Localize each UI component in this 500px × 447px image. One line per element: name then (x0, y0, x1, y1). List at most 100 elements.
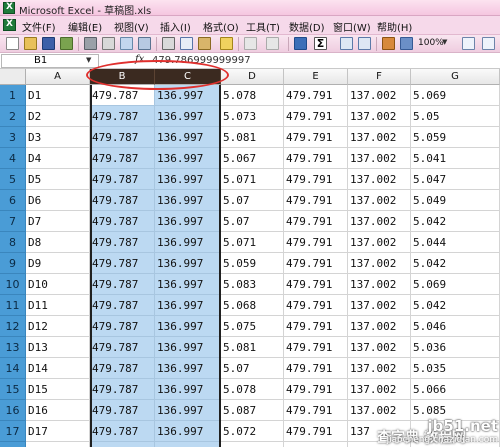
row-header[interactable]: 16 (0, 400, 26, 421)
row-header[interactable]: 2 (0, 106, 26, 127)
cell-e[interactable]: 479.791 (284, 190, 348, 211)
row-header[interactable]: 7 (0, 211, 26, 232)
cell-c[interactable]: 136.997 (155, 148, 221, 169)
column-header-c[interactable]: C (155, 69, 221, 85)
cell-b[interactable]: 479.787 (90, 148, 155, 169)
cell-e[interactable]: 479.791 (284, 127, 348, 148)
cell-d[interactable]: 5.073 (221, 106, 284, 127)
cell-f[interactable]: 137.002 (348, 379, 411, 400)
cell-d[interactable]: 5.07 (221, 211, 284, 232)
cell-a[interactable]: D3 (26, 127, 90, 148)
cell-f[interactable]: 137.002 (348, 169, 411, 190)
cell-f[interactable]: 137 (348, 421, 411, 442)
cell-a[interactable]: D9 (26, 253, 90, 274)
menu-window[interactable]: 窗口(W) (333, 19, 371, 34)
cell-g[interactable] (411, 421, 500, 442)
cell-c[interactable]: 136.997 (155, 421, 221, 442)
cell-b[interactable]: 479.787 (90, 379, 155, 400)
cell-e[interactable]: 479.791 (284, 148, 348, 169)
cell-a[interactable]: D7 (26, 211, 90, 232)
cell-a[interactable]: D8 (26, 232, 90, 253)
cell-a[interactable]: D4 (26, 148, 90, 169)
cell-c[interactable]: 136.997 (155, 295, 221, 316)
cell-g[interactable]: 5.042 (411, 295, 500, 316)
hyperlink-icon[interactable] (294, 37, 307, 50)
cell-e[interactable]: 479.791 (284, 274, 348, 295)
formula-input[interactable]: 479.786999999997 (152, 55, 251, 66)
cell-d[interactable]: 5.081 (221, 337, 284, 358)
cell-f[interactable]: 137.002 (348, 295, 411, 316)
cell-f[interactable]: 137.002 (348, 316, 411, 337)
cell-f[interactable]: 137.002 (348, 211, 411, 232)
cell-b[interactable]: 479.787 (90, 106, 155, 127)
cell-c[interactable]: 136.997 (155, 379, 221, 400)
cell-g[interactable]: 5.05 (411, 106, 500, 127)
cell-a[interactable]: D16 (26, 400, 90, 421)
cell-f[interactable]: 137.002 (348, 253, 411, 274)
menu-data[interactable]: 数据(D) (289, 19, 325, 34)
cell-c[interactable]: 136.997 (155, 337, 221, 358)
cell-e[interactable]: 479.791 (284, 379, 348, 400)
cell-a[interactable]: D12 (26, 316, 90, 337)
cell-f[interactable]: 137.002 (348, 400, 411, 421)
name-box[interactable]: B1 (1, 54, 99, 68)
cell-g[interactable]: 5.036 (411, 337, 500, 358)
cell-f[interactable]: 137.002 (348, 358, 411, 379)
cell-b[interactable]: 479.787 (90, 232, 155, 253)
cell-d[interactable]: 5.072 (221, 421, 284, 442)
cell-g[interactable]: 5.035 (411, 358, 500, 379)
cell-e[interactable]: 479.791 (284, 358, 348, 379)
cell-g[interactable]: 5.085 (411, 400, 500, 421)
cell-d[interactable]: 5.067 (221, 148, 284, 169)
cell-a[interactable]: D14 (26, 358, 90, 379)
research-icon[interactable] (138, 37, 151, 50)
cell-a[interactable]: D5 (26, 169, 90, 190)
cell-d[interactable]: 5.071 (221, 169, 284, 190)
menu-edit[interactable]: 编辑(E) (68, 19, 102, 34)
cell-f[interactable]: 137.002 (348, 190, 411, 211)
row-header[interactable]: 9 (0, 253, 26, 274)
cell-c[interactable]: 136.997 (155, 106, 221, 127)
cell-e[interactable]: 479.791 (284, 253, 348, 274)
cell-g[interactable]: 5.044 (411, 232, 500, 253)
row-header[interactable]: 3 (0, 127, 26, 148)
format-painter-icon[interactable] (220, 37, 233, 50)
menu-view[interactable]: 视图(V) (114, 19, 149, 34)
redo-icon[interactable] (266, 37, 279, 50)
menu-file[interactable]: 文件(F) (22, 19, 56, 34)
zoom-box[interactable]: 100% (418, 38, 444, 48)
cell-g[interactable]: 5.066 (411, 379, 500, 400)
copy-icon[interactable] (180, 37, 193, 50)
cell-f[interactable]: 137.002 (348, 337, 411, 358)
cell-b[interactable]: 479.787 (90, 295, 155, 316)
column-header-a[interactable]: A (26, 69, 90, 85)
cell-c[interactable]: 136.997 (155, 316, 221, 337)
sort-ascending-icon[interactable] (340, 37, 353, 50)
cell-b[interactable]: 479.787 (90, 169, 155, 190)
cell-d[interactable]: 5.081 (221, 127, 284, 148)
cell-b[interactable]: 479.787 (90, 211, 155, 232)
workbook-icon[interactable] (3, 19, 16, 31)
cell-f[interactable]: 137.002 (348, 274, 411, 295)
cell-c[interactable]: 136.997 (155, 274, 221, 295)
row-header[interactable]: 5 (0, 169, 26, 190)
cell-a[interactable]: D10 (26, 274, 90, 295)
cell-d[interactable]: 5.088 (221, 442, 284, 447)
column-header-d[interactable]: D (221, 69, 284, 85)
cell-e[interactable]: 479.791 (284, 421, 348, 442)
cell-b[interactable]: 479.787 (90, 421, 155, 442)
cell-g[interactable]: 5.042 (411, 211, 500, 232)
print-icon[interactable] (84, 37, 97, 50)
cut-icon[interactable] (162, 37, 175, 50)
help-icon[interactable] (462, 37, 475, 50)
cell-a[interactable]: D18 (26, 442, 90, 447)
drawing-icon[interactable] (400, 37, 413, 50)
cell-c[interactable]: 136.997 (155, 127, 221, 148)
cell-f[interactable]: 137 (348, 442, 411, 447)
cell-g[interactable]: 5.049 (411, 190, 500, 211)
cell-b[interactable]: 479.787 (90, 442, 155, 447)
cell-b[interactable]: 479.787 (90, 274, 155, 295)
cell-d[interactable]: 5.075 (221, 316, 284, 337)
print-preview-icon[interactable] (102, 37, 115, 50)
row-header[interactable]: 18 (0, 442, 26, 447)
